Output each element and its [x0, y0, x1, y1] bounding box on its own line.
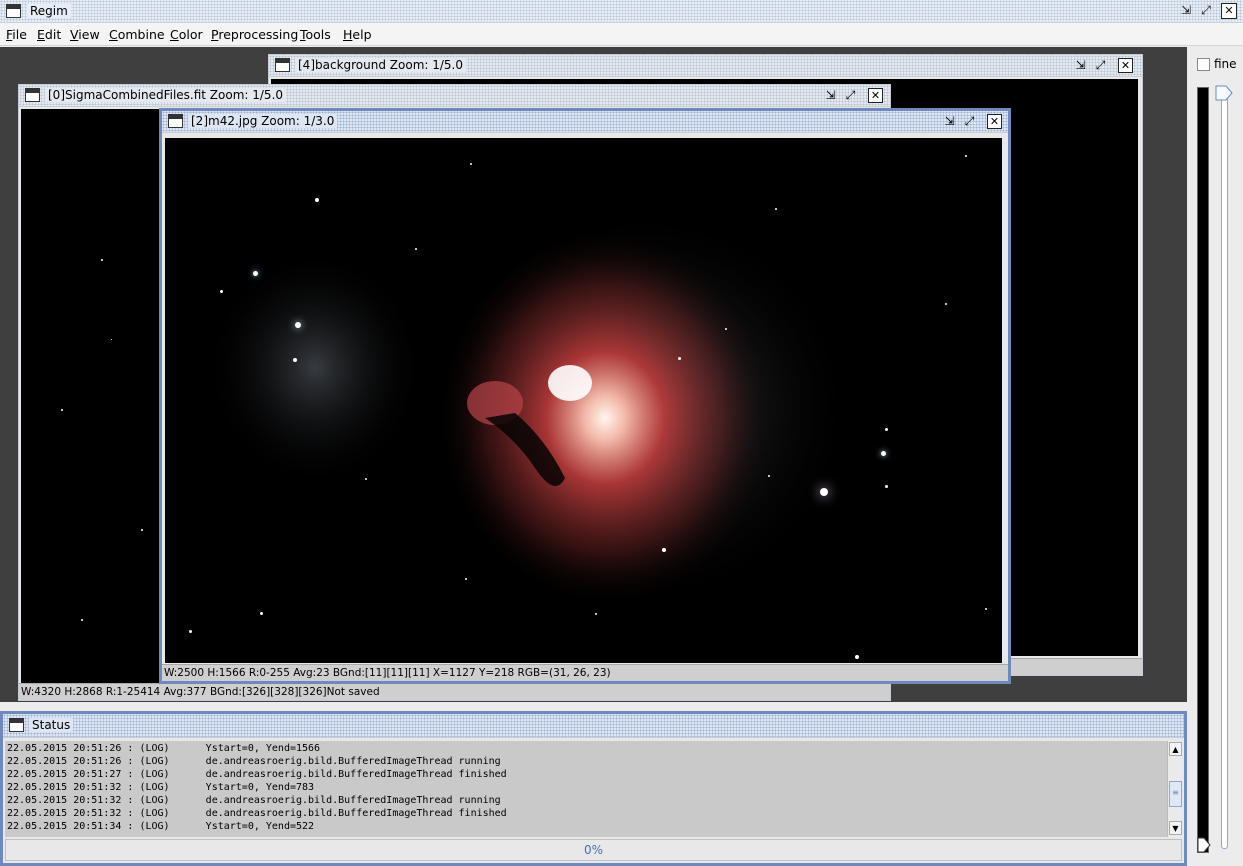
menu-bar: File Edit View Combine Color Preprocessi…	[0, 23, 1243, 46]
close-icon[interactable]: ✕	[987, 114, 1002, 129]
orion-nebula-image	[205, 208, 855, 608]
maximize-icon[interactable]: ⤢	[1198, 3, 1214, 19]
status-title: Status	[29, 718, 74, 732]
window-icon	[6, 4, 21, 18]
frame-title: [0]SigmaCombinedFiles.fit Zoom: 1/5.0	[45, 88, 287, 102]
star	[985, 608, 987, 610]
star	[662, 548, 666, 552]
star	[885, 485, 888, 488]
menu-tools[interactable]: Tools	[300, 27, 331, 42]
star	[61, 409, 63, 411]
star	[855, 655, 859, 659]
app-title-bar: Regim ⇲ ⤢ ✕	[0, 0, 1243, 23]
log-line: 22.05.2015 20:51:26 : (LOG) de.andreasro…	[7, 756, 501, 767]
status-frame[interactable]: Status 22.05.2015 20:51:26 : (LOG) Ystar…	[0, 711, 1187, 866]
fine-checkbox[interactable]	[1197, 58, 1210, 71]
frame-title: [2]m42.jpg Zoom: 1/3.0	[188, 114, 338, 128]
scroll-thumb[interactable]: ≡	[1169, 781, 1182, 807]
frame-m42[interactable]: [2]m42.jpg Zoom: 1/3.0 ⇲ ⤢ ✕ W:2500 H:15…	[159, 108, 1011, 684]
frame-title: [4]background Zoom: 1/5.0	[295, 58, 466, 72]
frame-title-bar[interactable]: [2]m42.jpg Zoom: 1/3.0 ⇲ ⤢ ✕	[162, 111, 1008, 133]
slider-rail[interactable]	[1221, 93, 1228, 849]
star	[945, 303, 947, 305]
log-line: 22.05.2015 20:51:32 : (LOG) de.andreasro…	[7, 795, 501, 806]
app-title: Regim	[27, 4, 71, 18]
star	[465, 578, 467, 580]
menu-combine[interactable]: Combine	[109, 27, 165, 42]
maximize-icon[interactable]: ⤢	[962, 114, 977, 129]
right-slider-panel: fine	[1187, 47, 1243, 866]
star	[141, 529, 143, 531]
iconify-icon[interactable]: ⇲	[1178, 3, 1194, 19]
star	[965, 155, 967, 157]
star	[81, 619, 83, 621]
log-line: 22.05.2015 20:51:26 : (LOG) Ystart=0, Ye…	[7, 743, 321, 754]
menu-help[interactable]: Help	[343, 27, 372, 42]
menu-view[interactable]: View	[70, 27, 100, 42]
menu-file[interactable]: File	[6, 27, 27, 42]
iconify-icon[interactable]: ⇲	[942, 114, 957, 129]
m42-image[interactable]	[165, 138, 1002, 663]
menu-color[interactable]: Color	[170, 27, 203, 42]
scroll-down-icon[interactable]: ▼	[1169, 821, 1182, 835]
log-line: 22.05.2015 20:51:32 : (LOG) Ystart=0, Ye…	[7, 782, 315, 793]
star	[595, 613, 597, 615]
iconify-icon[interactable]: ⇲	[823, 88, 838, 103]
star	[260, 612, 263, 615]
star	[295, 322, 301, 328]
frame-title-bar[interactable]: [4]background Zoom: 1/5.0 ⇲ ⤢ ✕	[269, 55, 1142, 77]
close-icon[interactable]: ✕	[1221, 3, 1237, 19]
frame-icon	[25, 88, 40, 102]
image-info-bar: W:2500 H:1566 R:0-255 Avg:23 BGnd:[11][1…	[162, 664, 1008, 681]
log-line: 22.05.2015 20:51:34 : (LOG) Ystart=0, Ye…	[7, 821, 315, 832]
slider-thumb-icon[interactable]	[1215, 85, 1233, 101]
menu-preprocessing[interactable]: Preprocessing	[211, 27, 298, 42]
slider-bottom-thumb-icon[interactable]	[1197, 837, 1211, 853]
star	[725, 328, 727, 330]
maximize-icon[interactable]: ⤢	[1093, 58, 1108, 73]
frame-icon	[168, 114, 183, 128]
star	[365, 478, 367, 480]
star	[293, 358, 297, 362]
scroll-up-icon[interactable]: ▲	[1169, 742, 1182, 756]
maximize-icon[interactable]: ⤢	[843, 88, 858, 103]
star	[101, 259, 103, 261]
histogram-strip	[1197, 87, 1209, 853]
close-icon[interactable]: ✕	[868, 88, 883, 103]
status-title-bar[interactable]: Status	[3, 714, 1184, 738]
log-line: 22.05.2015 20:51:27 : (LOG) de.andreasro…	[7, 769, 507, 780]
progress-bar: 0%	[5, 839, 1182, 861]
menu-edit[interactable]: Edit	[37, 27, 61, 42]
iconify-icon[interactable]: ⇲	[1073, 58, 1088, 73]
star	[315, 198, 319, 202]
star	[885, 428, 888, 431]
star	[881, 451, 886, 456]
star	[775, 208, 777, 210]
star	[678, 357, 681, 360]
star	[820, 488, 828, 496]
fine-label: fine	[1214, 57, 1237, 71]
star	[253, 271, 258, 276]
star	[111, 339, 112, 340]
log-area[interactable]: 22.05.2015 20:51:26 : (LOG) Ystart=0, Ye…	[5, 741, 1167, 837]
star	[220, 290, 223, 293]
star	[470, 163, 472, 165]
close-icon[interactable]: ✕	[1118, 58, 1133, 73]
log-line: 22.05.2015 20:51:32 : (LOG) de.andreasro…	[7, 808, 507, 819]
frame-icon	[275, 58, 290, 72]
star	[415, 248, 417, 250]
image-info-bar: W:4320 H:2868 R:1-25414 Avg:377 BGnd:[32…	[19, 683, 890, 700]
log-scrollbar[interactable]: ▲ ≡ ▼	[1167, 741, 1182, 837]
star	[768, 475, 770, 477]
frame-icon	[9, 718, 24, 732]
star	[189, 630, 192, 633]
frame-title-bar[interactable]: [0]SigmaCombinedFiles.fit Zoom: 1/5.0 ⇲ …	[19, 85, 890, 107]
